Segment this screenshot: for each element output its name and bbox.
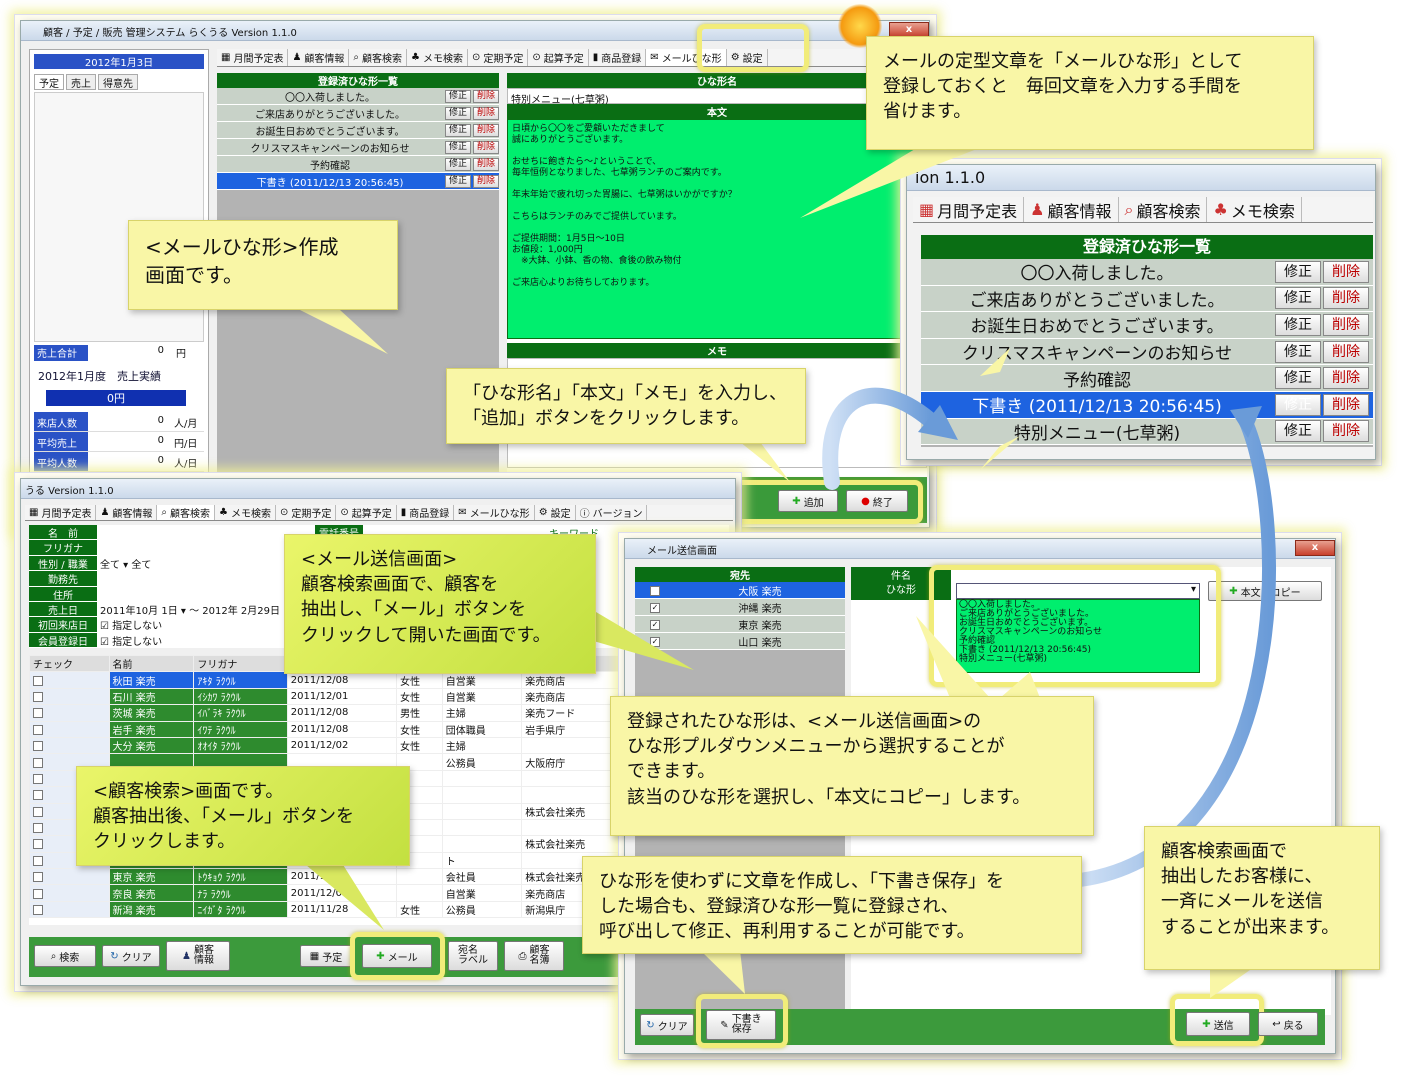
arrow-to-zoom xyxy=(822,387,938,490)
callout-search-screen: <顧客検索>画面です。 顧客抽出後、「メール」ボタンを クリックします。 xyxy=(76,766,410,866)
pointer-b8 xyxy=(1210,970,1250,998)
callout-template-screen: <メールひな形>作成 画面です。 xyxy=(128,220,398,310)
callout-draft-save: ひな形を使わずに文章を作成し、「下書き保存」を した場合も、登録済ひな形一覧に登… xyxy=(582,856,1082,954)
pointer-b4 xyxy=(590,612,694,670)
pointer-b3 xyxy=(740,442,790,482)
pointer-b6 xyxy=(1000,672,1040,698)
pointer-b1 xyxy=(800,140,1000,218)
pointer-zoom-2 xyxy=(980,436,1020,470)
arrow-draft-loop xyxy=(1073,413,1276,887)
callout-template-intro: メールの定型文章を「メールひな形」として 登録しておくと 毎回文章を入力する手間… xyxy=(866,36,1314,150)
callout-add-instructions: 「ひな形名」「本文」「メモ」を入力し、 「追加」ボタンをクリックします。 xyxy=(446,368,806,444)
callout-bulk-send: 顧客検索画面で 抽出したお客様に、 一斉にメールを送信 することが出来ます。 xyxy=(1144,826,1380,970)
pointer-b7 xyxy=(700,950,745,994)
callout-mail-screen: <メール送信画面> 顧客検索画面で、顧客を 抽出し、「メール」ボタンを クリック… xyxy=(284,534,596,674)
pointer-zoom-1 xyxy=(980,348,1010,376)
pointer-b6b xyxy=(916,616,990,698)
pointer-b2 xyxy=(300,310,388,354)
callout-select-template: 登録されたひな形は、<メール送信画面>の ひな形プルダウンメニューから選択するこ… xyxy=(610,696,1094,836)
pointer-b5 xyxy=(300,860,384,930)
